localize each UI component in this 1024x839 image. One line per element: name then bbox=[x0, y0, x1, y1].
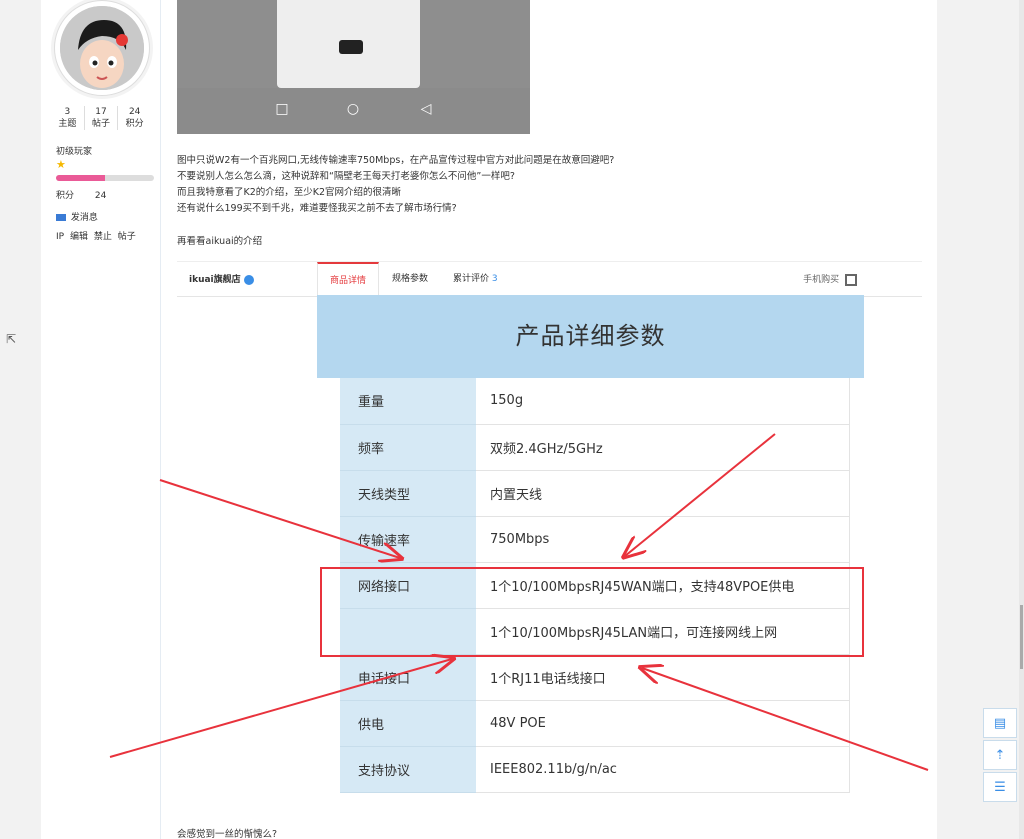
points-label: 积分 bbox=[56, 191, 75, 201]
envelope-icon bbox=[56, 214, 66, 221]
buy-on-phone[interactable]: 手机购买 bbox=[803, 272, 857, 286]
table-row: 天线类型 内置天线 bbox=[340, 470, 850, 517]
admin-link-posts[interactable]: 帖子 bbox=[118, 232, 136, 242]
stat-points[interactable]: 24 积分 bbox=[118, 106, 151, 130]
reply-icon: ▤ bbox=[993, 715, 1007, 731]
spec-value: 48V POE bbox=[476, 700, 850, 747]
send-message-label: 发消息 bbox=[70, 213, 98, 223]
star-icon: ★ bbox=[56, 158, 66, 171]
back-to-top-button[interactable]: ⇡ bbox=[983, 740, 1017, 770]
spec-key: 天线类型 bbox=[340, 470, 476, 517]
spec-key: 重量 bbox=[340, 378, 476, 425]
avatar-image bbox=[60, 6, 144, 90]
stat-value: 17 bbox=[95, 107, 107, 117]
shop-header: ikuai旗舰店 商品详情 规格参数 累计评价 3 手机购买 bbox=[177, 261, 922, 297]
android-nav-bar: □ ○ ◁ bbox=[177, 88, 530, 134]
scrollbar-thumb[interactable] bbox=[1020, 605, 1023, 669]
back-triangle-icon: ◁ bbox=[420, 101, 432, 117]
qr-code-icon bbox=[845, 273, 857, 286]
post-footer-line: 会感觉到一丝的惭愧么? bbox=[177, 829, 278, 839]
spec-key: 支持协议 bbox=[340, 746, 476, 793]
admin-links: IP 编辑 禁止 帖子 bbox=[56, 229, 139, 242]
admin-link-ip[interactable]: IP bbox=[56, 232, 64, 242]
post-line: 还有说什么199买不到千兆，难道要怪我买之前不去了解市场行情? bbox=[177, 203, 457, 214]
reply-button[interactable]: ▤ bbox=[983, 708, 1017, 738]
post-body: 图中只说W2有一个百兆网口,无线传输速率750Mbps，在产品宣传过程中官方对此… bbox=[177, 153, 614, 217]
spec-key: 传输速率 bbox=[340, 516, 476, 563]
spec-key: 电话接口 bbox=[340, 654, 476, 701]
highlight-box bbox=[320, 567, 864, 657]
tab-reviews-label: 累计评价 bbox=[453, 274, 490, 284]
points-row: 积分 24 bbox=[56, 188, 124, 201]
tab-spec-params[interactable]: 规格参数 bbox=[380, 262, 440, 297]
stat-label: 积分 bbox=[125, 119, 144, 129]
ethernet-port-graphic bbox=[339, 40, 363, 54]
post-line: 不要说别人怎么怎么滴，这种说辞和“隔壁老王每天打老婆你怎么不问他”一样吧? bbox=[177, 171, 515, 182]
post-image-phone-screenshot[interactable]: □ ○ ◁ bbox=[177, 0, 530, 134]
user-level[interactable]: 初级玩家 bbox=[56, 144, 92, 157]
spec-value: 150g bbox=[476, 378, 850, 425]
shop-name[interactable]: ikuai旗舰店 bbox=[189, 272, 254, 285]
spec-key: 频率 bbox=[340, 424, 476, 471]
user-stats: 3 主题 17 帖子 24 积分 bbox=[51, 106, 151, 130]
spec-value: IEEE802.11b/g/n/ac bbox=[476, 746, 850, 793]
post-line: 图中只说W2有一个百兆网口,无线传输速率750Mbps，在产品宣传过程中官方对此… bbox=[177, 155, 615, 166]
post-image-product-detail[interactable]: ikuai旗舰店 商品详情 规格参数 累计评价 3 手机购买 产品详细参数 重量… bbox=[177, 245, 922, 810]
tab-reviews[interactable]: 累计评价 3 bbox=[441, 262, 510, 297]
stat-label: 帖子 bbox=[92, 119, 111, 129]
points-value: 24 bbox=[94, 191, 107, 201]
admin-link-edit[interactable]: 编辑 bbox=[70, 232, 88, 242]
spec-value: 1个RJ11电话线接口 bbox=[476, 654, 850, 701]
circle-nav-icon: ○ bbox=[346, 101, 360, 117]
spec-value: 750Mbps bbox=[476, 516, 850, 563]
spec-key: 供电 bbox=[340, 700, 476, 747]
back-to-top-icon: ⇡ bbox=[994, 747, 1006, 763]
stat-posts[interactable]: 17 帖子 bbox=[85, 106, 119, 130]
stat-label: 主题 bbox=[58, 119, 77, 129]
table-row: 重量 150g bbox=[340, 378, 850, 425]
level-progress-bar bbox=[56, 175, 154, 181]
stat-value: 3 bbox=[64, 107, 71, 117]
detail-title: 产品详细参数 bbox=[317, 295, 864, 378]
scrollbar[interactable] bbox=[1019, 0, 1024, 839]
user-sidebar: 3 主题 17 帖子 24 积分 初级玩家 ★ 积分 24 发消息 IP 编辑 … bbox=[41, 0, 161, 839]
spec-value: 双频2.4GHz/5GHz bbox=[476, 424, 850, 471]
avatar-illustration bbox=[60, 6, 144, 90]
table-row: 传输速率 750Mbps bbox=[340, 516, 850, 563]
square-nav-icon: □ bbox=[275, 101, 289, 117]
send-message-link[interactable]: 发消息 bbox=[56, 210, 98, 223]
stat-value: 24 bbox=[128, 107, 141, 117]
avatar[interactable] bbox=[54, 0, 150, 96]
buy-phone-label: 手机购买 bbox=[803, 275, 840, 285]
list-button[interactable]: ☰ bbox=[983, 772, 1017, 802]
mouse-cursor-icon: ⇱ bbox=[6, 332, 17, 346]
table-row: 频率 双频2.4GHz/5GHz bbox=[340, 424, 850, 471]
post-line: 而且我特意看了K2的介绍，至少K2官网介绍的很清晰 bbox=[177, 187, 402, 198]
admin-link-ban[interactable]: 禁止 bbox=[94, 232, 112, 242]
tab-product-detail[interactable]: 商品详情 bbox=[317, 262, 380, 297]
shop-name-label: ikuai旗舰店 bbox=[189, 275, 241, 285]
list-icon: ☰ bbox=[994, 779, 1006, 795]
router-device-image bbox=[277, 0, 420, 88]
spec-value: 内置天线 bbox=[476, 470, 850, 517]
tab-reviews-count: 3 bbox=[491, 274, 498, 284]
level-progress-fill bbox=[56, 175, 105, 181]
table-row: 支持协议 IEEE802.11b/g/n/ac bbox=[340, 746, 850, 793]
stat-threads[interactable]: 3 主题 bbox=[51, 106, 85, 130]
table-row: 供电 48V POE bbox=[340, 700, 850, 747]
shop-badge-icon bbox=[243, 274, 254, 285]
table-row: 电话接口 1个RJ11电话线接口 bbox=[340, 654, 850, 701]
